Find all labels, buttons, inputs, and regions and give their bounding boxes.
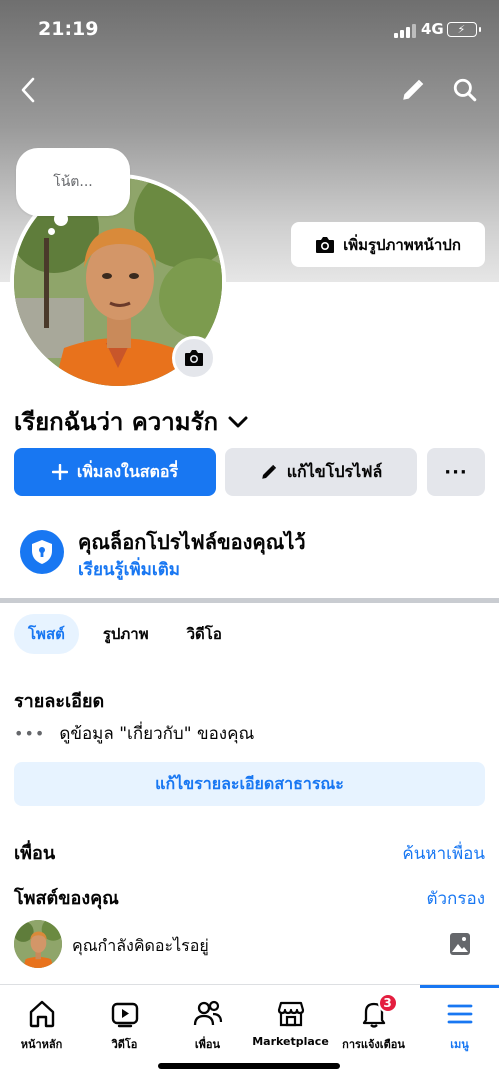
home-icon xyxy=(29,1000,54,1028)
nav-video-label: วิดีโอ xyxy=(111,1038,138,1051)
edit-profile-label: แก้ไขโปรไฟล์ xyxy=(286,461,383,481)
lock-notice-title: คุณล็อกโปรไฟล์ของคุณไว้ xyxy=(78,530,306,554)
photo-icon[interactable] xyxy=(449,932,471,956)
add-to-story-button[interactable]: เพิ่มลงในสตอรี่ xyxy=(14,448,216,496)
tab-posts[interactable]: โพสต์ xyxy=(14,614,79,654)
camera-icon xyxy=(185,350,203,366)
nav-notifications[interactable]: 3 การแจ้งเตือน xyxy=(332,985,415,1057)
edit-button[interactable] xyxy=(397,74,429,106)
tab-videos[interactable]: วิดีโอ xyxy=(173,614,236,654)
nav-marketplace-label: Marketplace xyxy=(252,1035,329,1048)
profile-lock-notice: คุณล็อกโปรไฟล์ของคุณไว้ เรียนรู้เพิ่มเติ… xyxy=(14,524,494,584)
pencil-icon xyxy=(261,464,276,479)
nav-video[interactable]: วิดีโอ xyxy=(83,985,166,1057)
profile-name: เรียกฉันว่า ความรัก xyxy=(14,408,218,436)
video-icon xyxy=(111,1002,138,1028)
add-cover-label: เพิ่มรูปภาพหน้าปก xyxy=(343,235,461,254)
find-friends-link[interactable]: ค้นหาเพื่อน xyxy=(402,840,485,867)
camera-icon xyxy=(316,236,335,253)
edit-public-details-label: แก้ไขรายละเอียดสาธารณะ xyxy=(155,773,344,793)
shield-lock-icon xyxy=(20,530,64,574)
post-composer[interactable]: คุณกำลังคิดอะไรอยู่ xyxy=(14,920,485,970)
nav-notifications-label: การแจ้งเตือน xyxy=(342,1038,405,1051)
pencil-icon xyxy=(403,79,424,100)
nav-friends[interactable]: เพื่อน xyxy=(166,985,249,1057)
nav-friends-label: เพื่อน xyxy=(194,1038,221,1051)
menu-icon xyxy=(447,1004,472,1024)
status-time: 21:19 xyxy=(38,18,99,40)
search-icon xyxy=(453,78,477,102)
edit-profile-button[interactable]: แก้ไขโปรไฟล์ xyxy=(225,448,417,496)
friends-icon xyxy=(193,1000,222,1026)
add-to-story-label: เพิ่มลงในสตอรี่ xyxy=(76,461,179,481)
section-divider xyxy=(0,598,499,603)
about-info-label: ดูข้อมูล "เกี่ยวกับ" ของคุณ xyxy=(59,724,255,744)
back-button[interactable] xyxy=(12,74,44,106)
nav-marketplace[interactable]: Marketplace xyxy=(249,985,332,1057)
search-button[interactable] xyxy=(449,74,481,106)
filter-link[interactable]: ตัวกรอง xyxy=(426,885,485,912)
marketplace-icon xyxy=(277,1001,304,1027)
change-avatar-button[interactable] xyxy=(172,336,216,380)
notification-badge: 3 xyxy=(377,993,398,1013)
status-bar: 21:19 4G ⚡ xyxy=(0,18,499,44)
details-heading: รายละเอียด xyxy=(14,691,105,712)
your-posts-heading: โพสต์ของคุณ xyxy=(14,888,119,909)
chevron-left-icon xyxy=(21,77,35,103)
note-bubble[interactable]: โน้ต... xyxy=(16,148,130,216)
composer-prompt: คุณกำลังคิดอะไรอยู่ xyxy=(72,936,209,955)
chevron-down-icon xyxy=(228,416,248,427)
tab-photos[interactable]: รูปภาพ xyxy=(89,614,163,654)
nav-home[interactable]: หน้าหลัก xyxy=(0,985,83,1057)
profile-tabs: โพสต์ รูปภาพ วิดีโอ xyxy=(14,614,236,654)
nav-menu[interactable]: เมนู xyxy=(420,985,499,1057)
more-dots-icon: ••• xyxy=(14,724,46,743)
add-cover-photo-button[interactable]: เพิ่มรูปภาพหน้าปก xyxy=(291,222,485,267)
network-type: 4G xyxy=(421,20,444,38)
edit-public-details-button[interactable]: แก้ไขรายละเอียดสาธารณะ xyxy=(14,762,485,806)
plus-icon xyxy=(51,464,68,480)
signal-icon xyxy=(394,24,416,38)
home-indicator xyxy=(158,1063,340,1069)
nav-menu-label: เมนู xyxy=(450,1038,469,1051)
battery-icon: ⚡ xyxy=(447,22,477,37)
friends-heading: เพื่อน xyxy=(14,843,56,864)
note-placeholder: โน้ต... xyxy=(53,174,93,190)
learn-more-link[interactable]: เรียนรู้เพิ่มเติม xyxy=(78,556,180,583)
profile-name-row[interactable]: เรียกฉันว่า ความรัก xyxy=(14,402,248,441)
composer-avatar xyxy=(14,920,62,968)
more-options-button[interactable]: ··· xyxy=(427,448,485,496)
nav-home-label: หน้าหลัก xyxy=(20,1038,63,1051)
about-info-row[interactable]: ••• ดูข้อมูล "เกี่ยวกับ" ของคุณ xyxy=(14,720,254,747)
more-icon: ··· xyxy=(444,461,468,483)
